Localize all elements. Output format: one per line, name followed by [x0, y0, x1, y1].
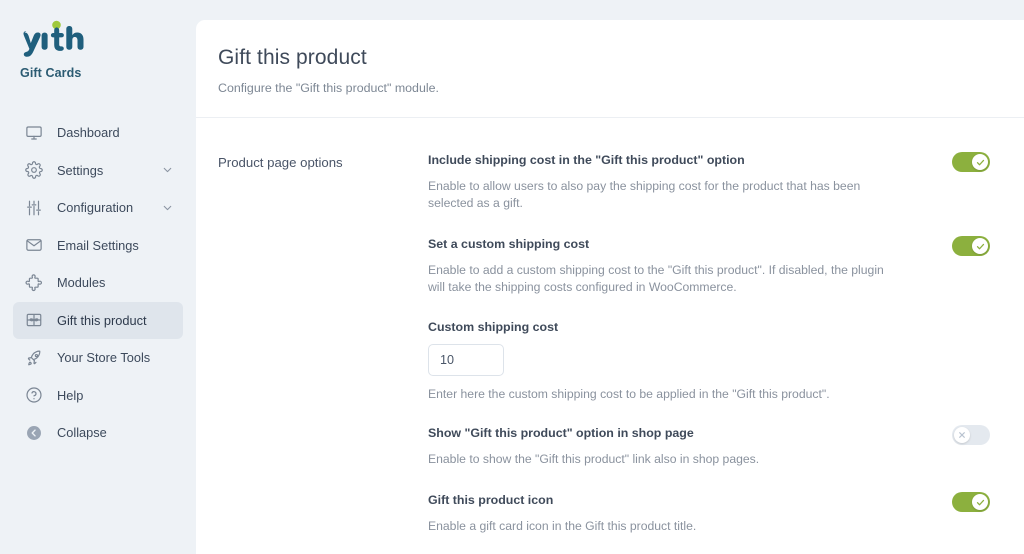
gear-icon — [23, 159, 45, 181]
toggle-include-shipping-cost[interactable] — [952, 152, 990, 172]
sidebar-item-settings[interactable]: Settings — [13, 152, 183, 189]
section-label: Product page options — [218, 155, 343, 170]
sidebar-item-collapse[interactable]: Collapse — [13, 414, 183, 451]
sidebar-item-label: Dashboard — [57, 125, 120, 140]
field-include-shipping-cost: Include shipping cost in the "Gift this … — [428, 152, 990, 236]
field-label: Include shipping cost in the "Gift this … — [428, 153, 745, 167]
field-label: Show "Gift this product" option in shop … — [428, 426, 694, 440]
field-help-text: Enable to add a custom shipping cost to … — [428, 263, 884, 294]
puzzle-icon — [23, 272, 45, 294]
arrow-left-circle-icon — [23, 422, 45, 444]
field-help-text: Enable to allow users to also pay the sh… — [428, 179, 861, 210]
sidebar-item-label: Configuration — [57, 200, 134, 215]
field-label: Set a custom shipping cost — [428, 237, 590, 251]
sidebar-item-modules[interactable]: Modules — [13, 264, 183, 301]
sidebar-item-label: Settings — [57, 162, 104, 178]
custom-shipping-cost-input[interactable] — [428, 344, 504, 376]
sidebar-item-help[interactable]: Help — [13, 377, 183, 414]
sidebar-item-email-settings[interactable]: Email Settings — [13, 227, 183, 264]
sliders-icon — [23, 197, 45, 219]
check-icon — [972, 238, 988, 254]
app-root: Gift Cards Dashboard Settings Configurat… — [0, 0, 1024, 554]
sidebar-item-dashboard[interactable]: Dashboard — [13, 114, 183, 151]
page-title: Gift this product — [218, 46, 367, 69]
sidebar-item-label: Collapse — [57, 425, 107, 440]
sidebar-item-your-store-tools[interactable]: Your Store Tools — [13, 339, 183, 376]
sidebar-nav: Dashboard Settings Configuration Email S… — [0, 114, 196, 451]
field-help-text: Enter here the custom shipping cost to b… — [428, 387, 830, 401]
field-text-block: Include shipping cost in the "Gift this … — [428, 152, 928, 212]
field-text-block: Gift this product icon Enable a gift car… — [428, 492, 928, 535]
field-label: Custom shipping cost — [428, 320, 559, 334]
settings-section: Product page options Include shipping co… — [196, 118, 1024, 554]
rocket-icon — [23, 347, 45, 369]
envelope-icon — [23, 234, 45, 256]
brand: Gift Cards — [0, 18, 196, 80]
toggle-set-custom-shipping-cost[interactable] — [952, 236, 990, 256]
field-help-text: Enable to show the "Gift this product" l… — [428, 452, 760, 466]
field-text-block: Set a custom shipping cost Enable to add… — [428, 236, 928, 296]
sidebar: Gift Cards Dashboard Settings Configurat… — [0, 0, 196, 554]
chevron-down-icon[interactable] — [161, 201, 174, 214]
yith-logo — [23, 20, 84, 57]
sidebar-item-label: Your Store Tools — [57, 350, 151, 365]
check-icon — [972, 154, 988, 170]
sidebar-item-configuration[interactable]: Configuration — [13, 189, 183, 226]
sidebar-item-label: Modules — [57, 275, 106, 290]
sidebar-item-label: Help — [57, 387, 84, 403]
field-label: Gift this product icon — [428, 493, 554, 507]
field-text-block: Show "Gift this product" option in shop … — [428, 425, 928, 468]
content-panel: Gift this product Configure the "Gift th… — [196, 20, 1024, 554]
chevron-down-icon[interactable] — [161, 164, 174, 177]
question-circle-icon — [23, 384, 45, 406]
field-show-in-shop-page: Show "Gift this product" option in shop … — [428, 425, 990, 492]
field-gift-this-product-icon: Gift this product icon Enable a gift car… — [428, 492, 990, 554]
settings-fields: Include shipping cost in the "Gift this … — [428, 152, 1024, 554]
toggle-gift-this-product-icon[interactable] — [952, 492, 990, 512]
page-description: Configure the "Gift this product" module… — [218, 81, 439, 95]
field-set-custom-shipping-cost: Set a custom shipping cost Enable to add… — [428, 236, 990, 320]
close-icon — [954, 427, 970, 443]
gift-box-icon — [23, 309, 45, 331]
brand-subtitle: Gift Cards — [20, 66, 82, 80]
toggle-show-in-shop-page[interactable] — [952, 425, 990, 445]
page-header: Gift this product Configure the "Gift th… — [196, 20, 1024, 118]
monitor-icon — [23, 122, 45, 144]
check-icon — [972, 494, 988, 510]
sidebar-item-gift-this-product[interactable]: Gift this product — [13, 301, 183, 339]
field-help-text: Enable a gift card icon in the Gift this… — [428, 519, 697, 533]
sidebar-item-label: Email Settings — [57, 237, 139, 253]
field-custom-shipping-cost: Custom shipping cost Enter here the cust… — [428, 320, 990, 425]
sidebar-item-label: Gift this product — [57, 312, 147, 328]
